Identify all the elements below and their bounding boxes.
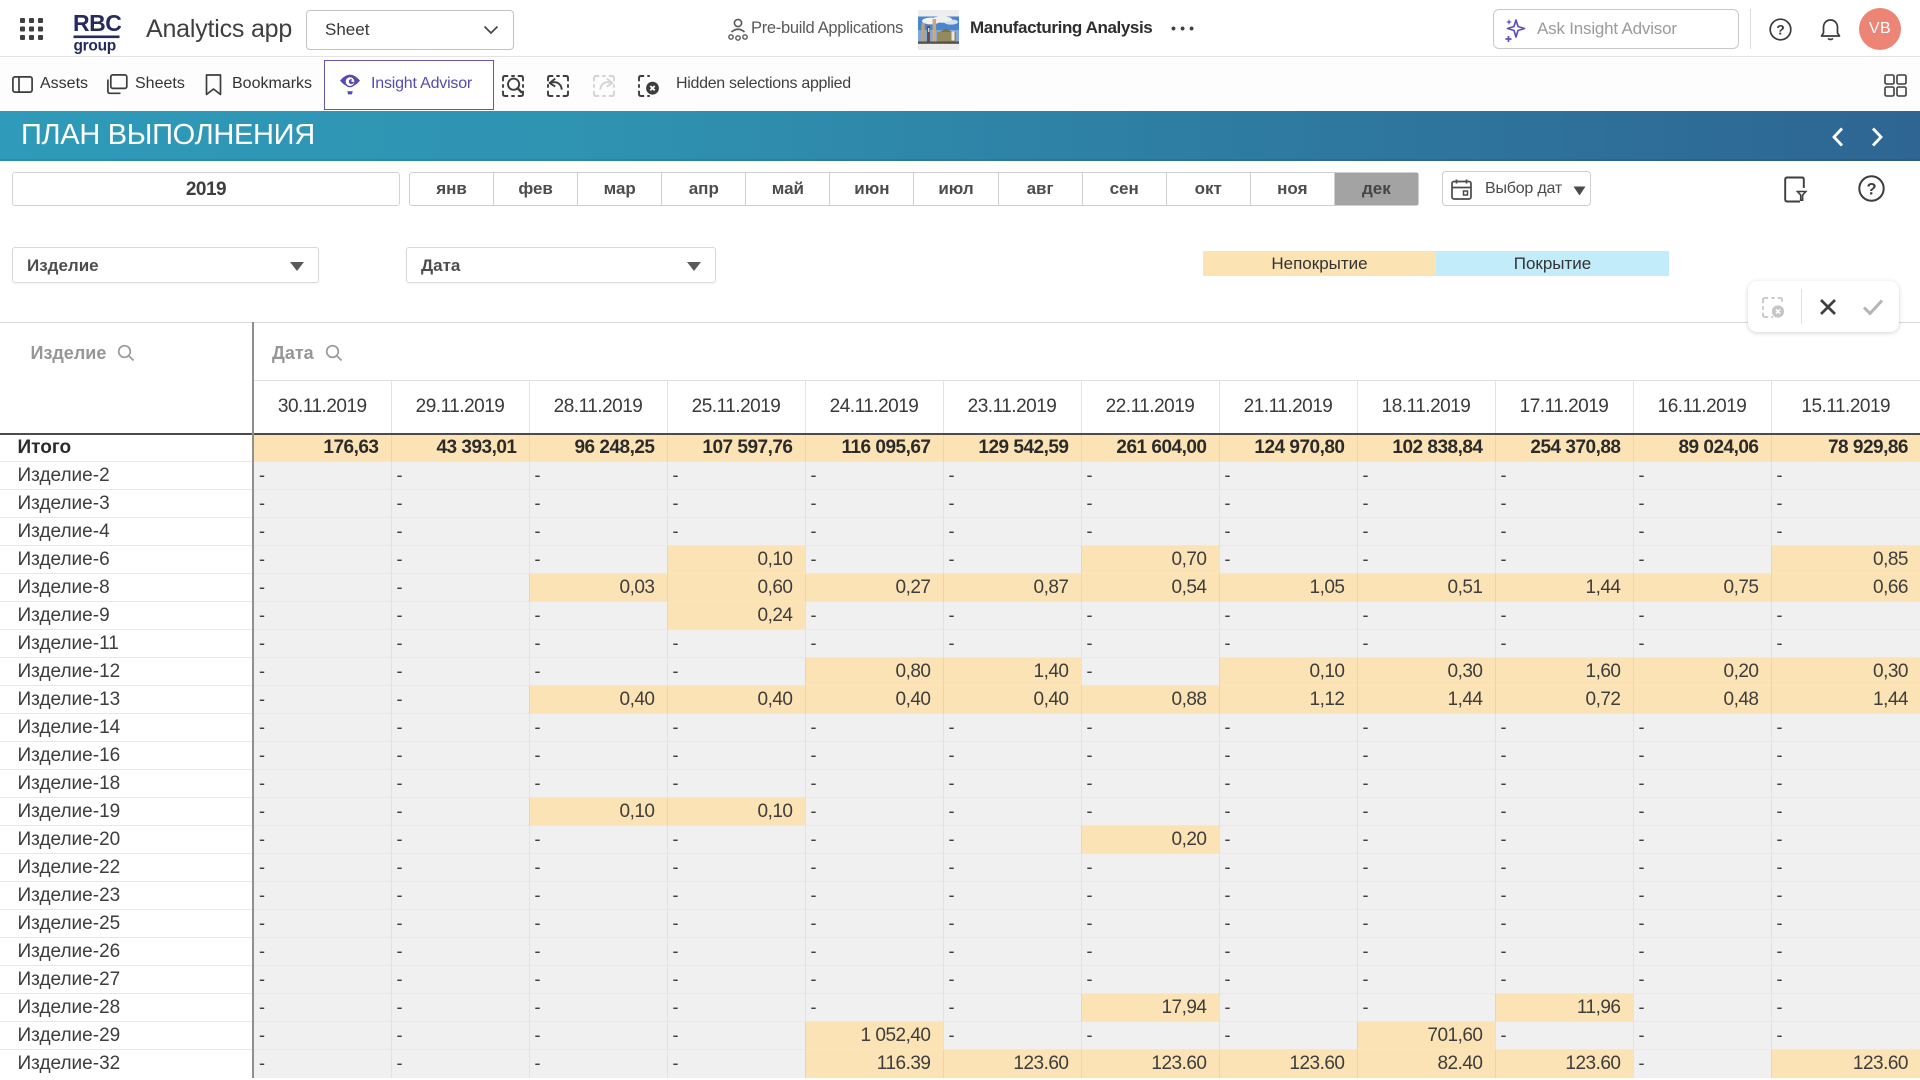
svg-text:?: ? [1866, 181, 1876, 199]
svg-text:RBC: RBC [73, 10, 121, 36]
svg-text:group: group [74, 38, 116, 55]
svg-text:?: ? [1776, 22, 1785, 38]
